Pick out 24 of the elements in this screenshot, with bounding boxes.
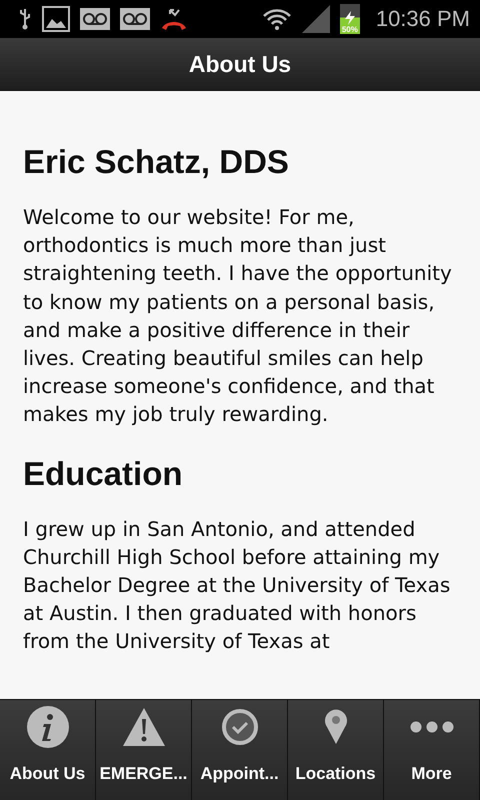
tab[interactable]: About Us <box>0 700 96 800</box>
tab[interactable]: Appoint... <box>192 700 288 800</box>
tab[interactable]: More <box>384 700 480 800</box>
info-icon <box>26 705 70 749</box>
section-heading: Education <box>23 454 184 493</box>
warning-icon <box>122 707 166 747</box>
clock-time: 10:36 PM <box>376 6 470 32</box>
clock-icon <box>222 709 258 745</box>
signal-icon <box>302 5 330 33</box>
paragraph: Welcome to our website! For me, orthodontics is much more than just straightening teeth. I have the opportunity to know my patients on a personal basis, and make a positive difference in their lives. Creating beautiful smiles can help increase someone's confidence, and that makes my job truly rewarding. <box>23 204 452 428</box>
tab[interactable]: EMERGE... <box>96 700 192 800</box>
wifi-icon <box>262 7 292 31</box>
tab[interactable]: Locations <box>288 700 384 800</box>
paragraph: I grew up in San Antonio, and attended Churchill High School before attaining my Bachelor Degree at the University of Texas at Austin. I then graduated with honors from the University of Texas at <box>23 516 452 656</box>
missed-call-icon <box>160 7 188 31</box>
voicemail-icon <box>120 8 150 30</box>
image-icon <box>42 6 70 32</box>
location-pin-icon <box>324 709 348 745</box>
section-heading: Eric Schatz, DDS <box>23 143 290 181</box>
battery-icon: 50% <box>340 4 360 34</box>
usb-icon <box>18 7 32 31</box>
more-icon <box>410 721 454 733</box>
page-title: About Us <box>188 50 292 78</box>
voicemail-icon <box>80 8 110 30</box>
